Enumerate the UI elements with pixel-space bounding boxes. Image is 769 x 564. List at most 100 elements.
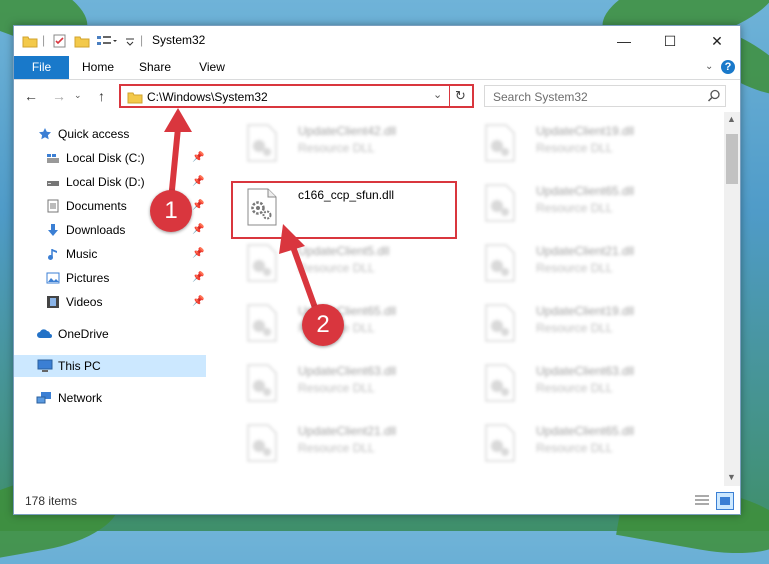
list-item[interactable]: UpdateClient19.dll Resource DLL xyxy=(470,120,700,166)
list-item[interactable]: UpdateClient65.dll Resource DLL xyxy=(470,420,700,466)
forward-arrow-icon[interactable]: → xyxy=(52,88,66,104)
pictures-icon xyxy=(46,272,60,284)
separator: | xyxy=(140,33,144,47)
dll-file-icon xyxy=(247,424,277,462)
file-name: UpdateClient21.dll xyxy=(536,244,635,258)
dll-file-icon xyxy=(247,124,277,162)
maximize-button[interactable]: ☐ xyxy=(647,26,693,56)
file-type: Resource DLL xyxy=(536,201,613,215)
file-name: UpdateClient19.dll xyxy=(536,304,635,318)
sidebar-item-label: This PC xyxy=(58,359,101,373)
recent-chevron-icon[interactable]: ⌄ xyxy=(74,90,82,101)
sidebar-item-pictures[interactable]: Pictures 📌 xyxy=(14,267,206,289)
file-type: Resource DLL xyxy=(536,261,613,275)
vertical-scrollbar[interactable]: ▲ ▼ xyxy=(724,112,740,486)
tab-file[interactable]: File xyxy=(14,56,69,79)
ribbon-tabs: File Home Share View ⌄ ? xyxy=(14,56,740,80)
minimize-button[interactable]: — xyxy=(601,26,647,56)
folder-icon xyxy=(127,92,143,104)
sidebar-item-local-disk-d[interactable]: Local Disk (D:) 📌 xyxy=(14,171,206,193)
pin-icon[interactable]: 📌 xyxy=(192,147,204,169)
pin-icon[interactable]: 📌 xyxy=(192,171,204,193)
separator: | xyxy=(42,33,46,47)
sidebar-item-music[interactable]: Music 📌 xyxy=(14,243,206,265)
customize-toolbar-icon[interactable] xyxy=(96,33,118,49)
list-item[interactable]: UpdateClient42.dll Resource DLL xyxy=(232,120,462,166)
sidebar-item-videos[interactable]: Videos 📌 xyxy=(14,291,206,313)
file-type: Resource DLL xyxy=(536,321,613,335)
chevron-down-icon[interactable] xyxy=(124,33,136,49)
address-row: ← → ⌄ ↑ C:\Windows\System32 ⌄ ↻ Search S… xyxy=(14,80,740,112)
details-view-icon[interactable] xyxy=(694,493,710,507)
scrollbar-thumb[interactable] xyxy=(726,134,738,184)
scroll-down-icon[interactable]: ▼ xyxy=(727,472,736,482)
file-type: Resource DLL xyxy=(536,381,613,395)
file-type: Resource DLL xyxy=(298,381,375,395)
large-icons-view-icon[interactable] xyxy=(716,492,734,510)
address-bar[interactable]: C:\Windows\System32 ⌄ ↻ xyxy=(119,84,474,108)
sidebar-item-label: Quick access xyxy=(58,127,130,141)
drive-icon xyxy=(47,154,59,163)
computer-icon xyxy=(37,359,53,372)
list-item[interactable]: UpdateClient63.dll Resource DLL xyxy=(470,360,700,406)
file-name: UpdateClient21.dll xyxy=(298,424,397,438)
properties-icon[interactable] xyxy=(52,33,68,49)
dll-file-icon xyxy=(247,244,277,282)
pin-icon[interactable]: 📌 xyxy=(192,291,204,313)
sidebar-item-onedrive[interactable]: OneDrive xyxy=(14,323,206,345)
tab-home[interactable]: Home xyxy=(76,56,120,79)
sidebar-item-network[interactable]: Network xyxy=(14,387,206,409)
list-item[interactable]: UpdateClient65.dll Resource DLL xyxy=(232,300,462,346)
file-name: UpdateClient42.dll xyxy=(298,124,397,138)
file-type: Resource DLL xyxy=(298,141,375,155)
address-path: C:\Windows\System32 xyxy=(147,90,268,104)
list-item[interactable]: UpdateClient63.dll Resource DLL xyxy=(232,360,462,406)
search-icon[interactable] xyxy=(707,89,721,103)
expand-ribbon-chevron-icon[interactable]: ⌄ xyxy=(705,61,713,72)
network-icon xyxy=(36,392,51,404)
list-item[interactable]: UpdateClient21.dll Resource DLL xyxy=(232,420,462,466)
file-type: Resource DLL xyxy=(298,441,375,455)
file-name: UpdateClient63.dll xyxy=(536,364,635,378)
tab-view[interactable]: View xyxy=(190,56,234,79)
search-input[interactable]: Search System32 xyxy=(484,85,726,107)
sidebar-item-label: Music xyxy=(66,247,98,261)
address-dropdown-chevron-icon[interactable]: ⌄ xyxy=(433,88,442,101)
new-folder-icon[interactable] xyxy=(74,33,90,49)
sidebar-item-label: OneDrive xyxy=(58,327,109,341)
sidebar-item-label: Local Disk (C:) xyxy=(66,151,145,165)
sidebar-item-label: Network xyxy=(58,391,103,405)
annotation-step-2-badge: 2 xyxy=(302,304,344,346)
file-name: UpdateClient65.dll xyxy=(536,184,635,198)
navigation-pane: Quick access Local Disk (C:) 📌 Local Dis… xyxy=(14,112,206,486)
file-type: Resource DLL xyxy=(536,141,613,155)
help-icon[interactable]: ? xyxy=(721,60,735,74)
up-arrow-icon[interactable]: ↑ xyxy=(98,88,105,104)
scroll-up-icon[interactable]: ▲ xyxy=(727,114,736,124)
list-item[interactable]: UpdateClient5.dll Resource DLL xyxy=(232,240,462,286)
star-icon xyxy=(39,128,51,140)
status-bar: 178 items xyxy=(14,486,740,514)
close-button[interactable]: ✕ xyxy=(694,26,740,56)
pin-icon[interactable]: 📌 xyxy=(192,219,204,241)
document-icon xyxy=(47,199,59,213)
dll-file-icon xyxy=(485,424,515,462)
address-divider xyxy=(449,86,450,106)
list-item[interactable]: UpdateClient21.dll Resource DLL xyxy=(470,240,700,286)
list-item[interactable]: UpdateClient65.dll Resource DLL xyxy=(470,180,700,226)
folder-icon xyxy=(22,36,38,48)
list-item[interactable]: UpdateClient19.dll Resource DLL xyxy=(470,300,700,346)
pin-icon[interactable]: 📌 xyxy=(192,267,204,289)
window-title: System32 xyxy=(152,33,206,47)
dll-file-icon xyxy=(485,184,515,222)
file-name: UpdateClient65.dll xyxy=(536,424,635,438)
tab-share[interactable]: Share xyxy=(132,56,178,79)
pin-icon[interactable]: 📌 xyxy=(192,195,204,217)
sidebar-item-this-pc[interactable]: This PC xyxy=(14,355,206,377)
sidebar-item-local-disk-c[interactable]: Local Disk (C:) 📌 xyxy=(14,147,206,169)
sidebar-item-quick-access[interactable]: Quick access xyxy=(14,123,206,145)
back-arrow-icon[interactable]: ← xyxy=(24,88,38,104)
pin-icon[interactable]: 📌 xyxy=(192,243,204,265)
dll-file-icon xyxy=(485,304,515,342)
refresh-icon[interactable]: ↻ xyxy=(455,88,466,104)
